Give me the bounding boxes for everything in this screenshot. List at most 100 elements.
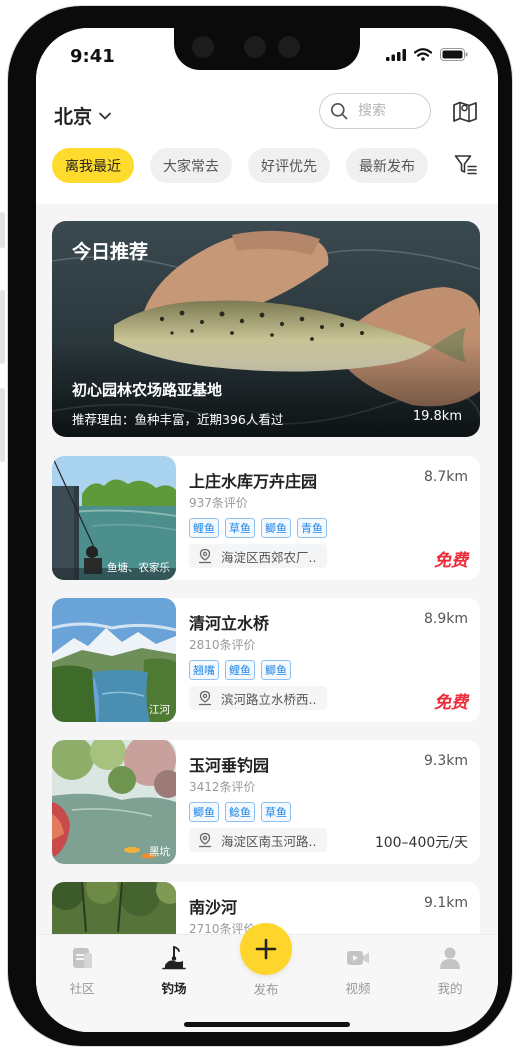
featured-title: 今日推荐 — [72, 241, 149, 263]
fish-tags: 鲫鱼 鲶鱼 草鱼 — [189, 802, 291, 822]
filter-icon — [454, 155, 477, 175]
app-screen: 9:41 北京 搜索 离我最近 大家常去 好评优先 最新发布 今日推荐 初心园林… — [36, 28, 498, 1032]
search-box[interactable] — [319, 93, 431, 129]
camera-icon — [192, 36, 214, 58]
spot-distance: 8.7km — [423, 469, 468, 485]
spot-photo-tag: 鱼塘、农家乐 — [107, 562, 170, 574]
featured-reason: 推荐理由：鱼种丰富，近期396人看过 — [72, 412, 284, 427]
spot-list: 今日推荐 初心园林农场路亚基地 推荐理由：鱼种丰富，近期396人看过 19.8k… — [36, 204, 498, 934]
video-icon — [347, 951, 369, 965]
bottom-tab-bar: 社区 钓场 发布 视频 我的 — [36, 923, 498, 1032]
spot-name: 南沙河 — [189, 898, 238, 917]
sort-chips: 离我最近 大家常去 好评优先 最新发布 — [52, 148, 428, 183]
system-icons — [386, 48, 468, 61]
tab-label: 钓场 — [161, 981, 187, 996]
fishing-spot-icon — [162, 946, 186, 970]
search-input[interactable] — [356, 102, 422, 120]
fish-tags: 翘嘴 鲤鱼 鲫鱼 — [189, 660, 291, 680]
fish-tag: 鲫鱼 — [261, 660, 291, 680]
spot-photo-tag: 江河 — [149, 704, 170, 716]
filter-button[interactable] — [454, 154, 478, 180]
fish-tag: 翘嘴 — [189, 660, 219, 680]
map-button[interactable] — [452, 98, 478, 128]
chip-popular[interactable]: 大家常去 — [150, 148, 232, 183]
status-time: 9:41 — [70, 46, 115, 67]
profile-icon — [440, 947, 460, 969]
chip-newest[interactable]: 最新发布 — [346, 148, 428, 183]
fish-tag: 鲤鱼 — [189, 518, 219, 538]
spot-address-text: 海淀区西郊农厂.. — [221, 549, 317, 565]
fish-tag: 鲶鱼 — [225, 802, 255, 822]
tab-label: 我的 — [437, 981, 463, 996]
spot-address-text: 海淀区南玉河路.. — [221, 833, 317, 849]
mute-switch — [0, 212, 5, 248]
sensor-icon — [278, 36, 300, 58]
location-icon — [198, 690, 212, 706]
featured-spot-name: 初心园林农场路亚基地 — [72, 381, 223, 399]
tab-profile[interactable]: 我的 — [420, 945, 480, 997]
spot-review-count: 937条评价 — [189, 496, 248, 510]
spot-photo — [52, 882, 176, 934]
spot-price: 100–400元/天 — [374, 835, 468, 851]
spot-name: 上庄水库万卉庄园 — [189, 472, 318, 491]
community-icon — [73, 948, 92, 968]
fish-tag: 草鱼 — [225, 518, 255, 538]
notch — [174, 28, 360, 70]
spot-name: 清河立水桥 — [189, 614, 270, 633]
spot-card[interactable]: 江河 清河立水桥 8.9km 2810条评价 翘嘴 鲤鱼 鲫鱼 滨河路立水桥西.… — [52, 598, 480, 722]
location-icon — [198, 548, 212, 564]
tab-video[interactable]: 视频 — [328, 945, 388, 997]
spot-name: 玉河垂钓园 — [189, 756, 270, 775]
battery-icon — [440, 48, 468, 61]
fish-tag: 鲤鱼 — [225, 660, 255, 680]
top-bar: 北京 离我最近 大家常去 — [36, 88, 498, 204]
featured-card[interactable]: 今日推荐 初心园林农场路亚基地 推荐理由：鱼种丰富，近期396人看过 19.8k… — [52, 221, 480, 437]
spot-address: 滨河路立水桥西.. — [189, 686, 327, 710]
spot-distance: 9.1km — [423, 895, 468, 911]
tab-label: 社区 — [69, 981, 95, 996]
featured-distance: 19.8km — [412, 409, 462, 424]
spot-review-count: 2810条评价 — [189, 638, 256, 652]
spot-photo: 黑坑 — [52, 740, 176, 864]
chip-top-rated[interactable]: 好评优先 — [248, 148, 330, 183]
spot-address: 海淀区西郊农厂.. — [189, 544, 327, 568]
volume-up-button — [0, 290, 5, 364]
city-selector[interactable]: 北京 — [54, 102, 112, 129]
spot-distance: 8.9km — [423, 611, 468, 627]
home-indicator — [184, 1022, 350, 1027]
publish-label: 发布 — [253, 982, 279, 997]
fish-tags: 鲤鱼 草鱼 鲫鱼 青鱼 — [189, 518, 327, 538]
sensor-icon — [244, 36, 266, 58]
tab-community[interactable]: 社区 — [52, 945, 112, 997]
spot-address-text: 滨河路立水桥西.. — [221, 691, 317, 707]
fish-tag: 鲫鱼 — [261, 518, 291, 538]
chevron-down-icon — [99, 112, 111, 119]
tab-label: 视频 — [345, 981, 371, 996]
spot-photo: 江河 — [52, 598, 176, 722]
spot-photo-tag: 黑坑 — [149, 846, 170, 858]
fish-tag: 鲫鱼 — [189, 802, 219, 822]
wifi-icon — [414, 48, 432, 61]
spot-price-free: 免费 — [434, 693, 468, 713]
map-icon — [453, 101, 477, 123]
location-icon — [198, 832, 212, 848]
signal-icon — [386, 48, 406, 61]
spot-distance: 9.3km — [423, 753, 468, 769]
fish-tag: 青鱼 — [297, 518, 327, 538]
spot-price-free: 免费 — [434, 551, 468, 571]
fish-tag: 草鱼 — [261, 802, 291, 822]
tab-fishing-spots[interactable]: 钓场 — [144, 945, 204, 997]
spot-photo: 鱼塘、农家乐 — [52, 456, 176, 580]
spot-card[interactable]: 鱼塘、农家乐 上庄水库万卉庄园 8.7km 937条评价 鲤鱼 草鱼 鲫鱼 青鱼 — [52, 456, 480, 580]
plus-icon — [255, 938, 277, 960]
forest-photo — [52, 882, 176, 934]
spot-review-count: 3412条评价 — [189, 780, 256, 794]
city-name: 北京 — [54, 106, 93, 128]
chip-nearest[interactable]: 离我最近 — [52, 148, 134, 183]
phone-frame: 9:41 北京 搜索 离我最近 大家常去 好评优先 最新发布 今日推荐 初心园林… — [8, 6, 512, 1046]
publish-button[interactable] — [240, 923, 292, 975]
volume-down-button — [0, 388, 5, 462]
spot-address: 海淀区南玉河路.. — [189, 828, 327, 852]
spot-card[interactable]: 黑坑 玉河垂钓园 9.3km 3412条评价 鲫鱼 鲶鱼 草鱼 海淀区南玉河路.… — [52, 740, 480, 864]
search-icon — [330, 102, 348, 120]
